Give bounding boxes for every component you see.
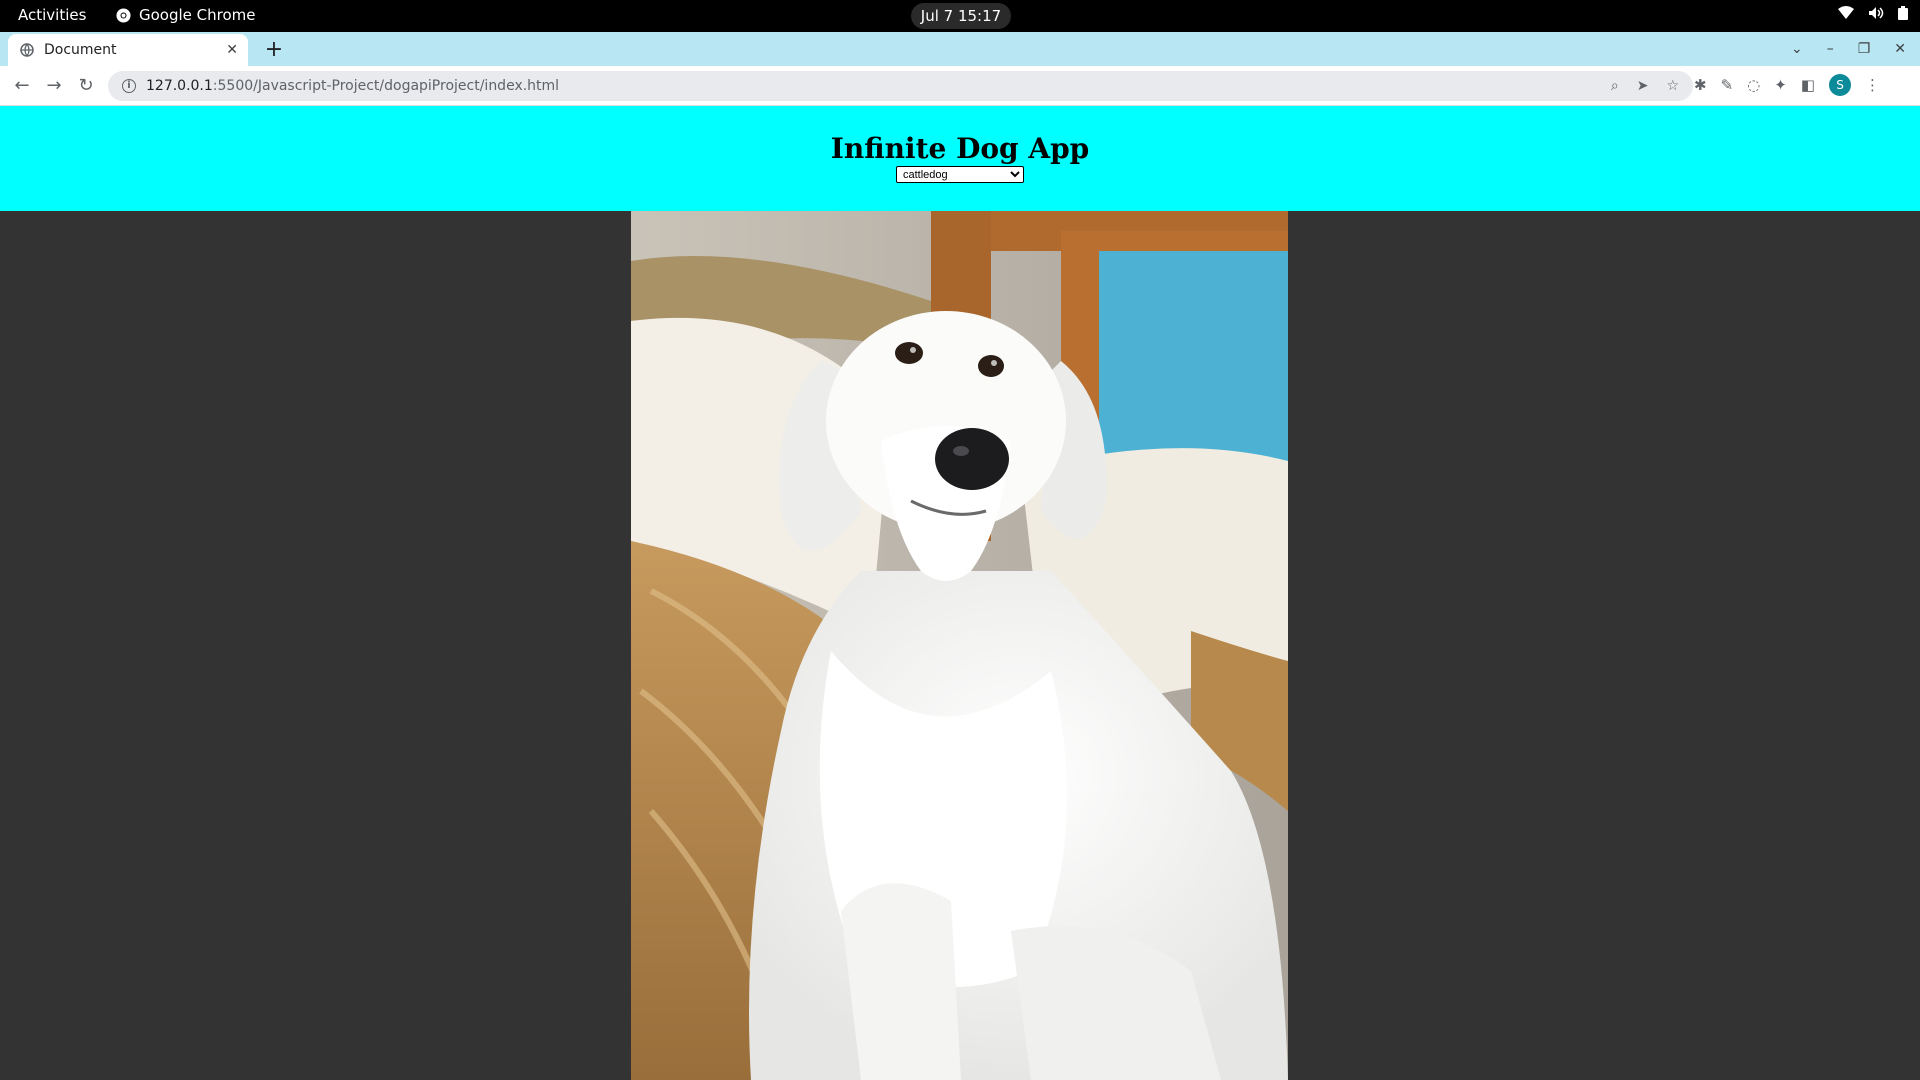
side-panel-icon[interactable]: ◧ (1801, 76, 1815, 94)
volume-icon (1869, 7, 1884, 19)
app-name-label: Google Chrome (139, 6, 256, 24)
address-bar[interactable]: i 127.0.0.1:5500/Javascript-Project/doga… (108, 71, 1693, 101)
globe-icon (20, 43, 34, 57)
extensions-puzzle-icon[interactable]: ✦ (1774, 76, 1787, 94)
site-info-icon[interactable]: i (122, 79, 136, 93)
zoom-icon[interactable]: ⌕ (1611, 78, 1619, 94)
tab-search-icon[interactable]: ⌄ (1791, 41, 1803, 57)
page-title: Infinite Dog App (830, 132, 1090, 165)
minimize-icon[interactable]: – (1827, 41, 1834, 57)
profile-avatar[interactable]: S (1829, 74, 1852, 96)
eyedropper-extension-icon[interactable]: ✎ (1721, 76, 1734, 94)
send-icon[interactable]: ➤ (1637, 78, 1649, 94)
battery-icon (1898, 6, 1908, 20)
forward-arrow-icon[interactable]: → (42, 74, 66, 98)
activities-button[interactable]: Activities (18, 6, 86, 24)
system-tray[interactable] (1838, 6, 1908, 20)
close-window-icon[interactable]: ✕ (1894, 41, 1906, 57)
tab-strip: Document ✕ + ⌄ – ❐ ✕ (0, 32, 1920, 66)
white-dog-illustration (631, 211, 1288, 1080)
clock[interactable]: Jul 7 15:17 (911, 3, 1011, 29)
url-host: 127.0.0.1 (146, 78, 213, 94)
window-controls: ⌄ – ❐ ✕ (1791, 32, 1920, 66)
page-content: Infinite Dog App cattledog (0, 106, 1920, 1080)
app-menu[interactable]: Google Chrome (116, 6, 256, 24)
system-top-bar: Activities Google Chrome Jul 7 15:17 (0, 0, 1920, 32)
reload-icon[interactable]: ↻ (74, 74, 98, 98)
breed-select[interactable]: cattledog (896, 166, 1024, 183)
dog-image (631, 211, 1288, 1080)
tab-title: Document (44, 42, 117, 58)
menu-kebab-icon[interactable]: ⋮ (1865, 76, 1880, 94)
bug-extension-icon[interactable]: ✱ (1694, 76, 1707, 94)
tab-document[interactable]: Document ✕ (8, 34, 248, 66)
restore-icon[interactable]: ❐ (1858, 41, 1871, 57)
wifi-icon (1838, 6, 1854, 19)
back-arrow-icon[interactable]: ← (10, 74, 34, 98)
bookmark-star-icon[interactable]: ☆ (1666, 78, 1679, 94)
circle-extension-icon[interactable]: ◌ (1747, 76, 1760, 94)
close-tab-icon[interactable]: ✕ (226, 42, 238, 58)
browser-toolbar: ← → ↻ i 127.0.0.1:5500/Javascript-Projec… (0, 66, 1920, 106)
app-header: Infinite Dog App cattledog (0, 106, 1920, 211)
url-path: :5500/Javascript-Project/dogapiProject/i… (212, 78, 560, 94)
toolbar-right: ✱ ✎ ◌ ✦ ◧ S ⋮ (1694, 74, 1880, 96)
new-tab-button[interactable]: + (260, 36, 288, 64)
chrome-icon (116, 7, 131, 23)
